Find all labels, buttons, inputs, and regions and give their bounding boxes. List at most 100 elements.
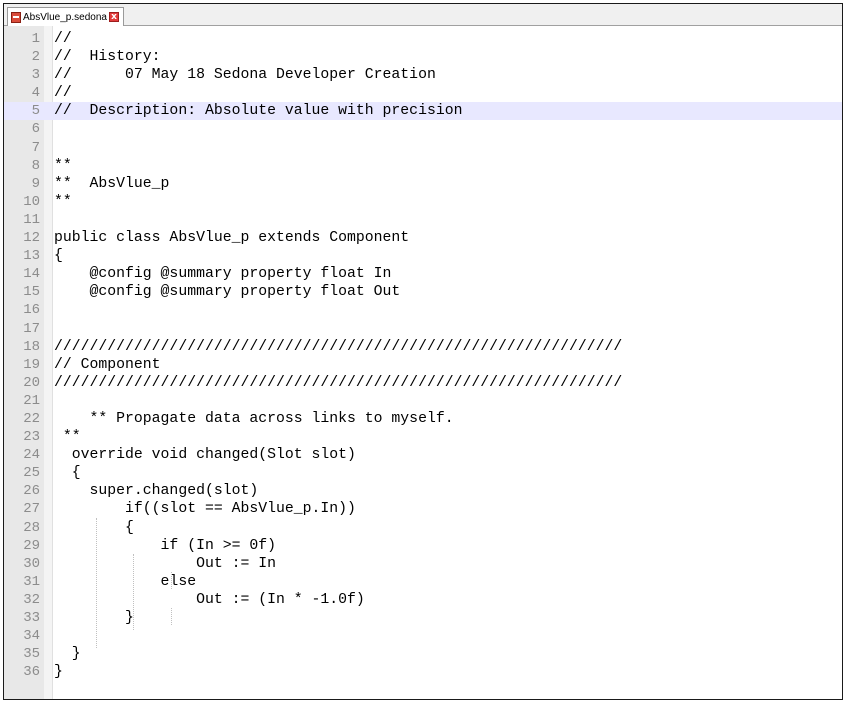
code-line[interactable]: 23 ** bbox=[4, 428, 842, 446]
code-line[interactable]: 15 @config @summary property float Out bbox=[4, 283, 842, 301]
code-line[interactable]: 16 bbox=[4, 301, 842, 319]
code-text[interactable]: // History: bbox=[54, 48, 161, 66]
code-editor[interactable]: 1 // 2 // History: 3 // 07 May 18 Sedona Deve… bbox=[4, 26, 842, 699]
code-line[interactable]: 12 public class AbsVlue_p extends Compone… bbox=[4, 229, 842, 247]
code-text[interactable]: public class AbsVlue_p extends Component bbox=[54, 229, 409, 247]
code-line[interactable]: 36} bbox=[4, 663, 842, 681]
file-tab[interactable]: AbsVlue_p.sedona x bbox=[7, 7, 124, 26]
code-line[interactable]: 11 bbox=[4, 211, 842, 229]
code-text[interactable]: if (In >= 0f) bbox=[54, 537, 276, 555]
line-number: 25 bbox=[23, 465, 40, 482]
code-text[interactable]: { bbox=[54, 464, 81, 482]
line-number: 33 bbox=[23, 610, 40, 626]
code-line[interactable]: 24 override void changed(Slot slot) bbox=[4, 446, 842, 464]
line-number: 23 bbox=[23, 429, 40, 446]
code-line[interactable]: 7 bbox=[4, 139, 842, 157]
code-line[interactable]: 3 // 07 May 18 Sedona Developer Creation bbox=[4, 66, 842, 84]
line-number: 5 bbox=[31, 103, 40, 120]
code-line[interactable]: 29 if (In >= 0f) bbox=[4, 537, 842, 555]
code-line[interactable]: 17 bbox=[4, 320, 842, 338]
code-line[interactable]: 8 ** bbox=[4, 157, 842, 175]
line-number: 8 bbox=[31, 157, 40, 174]
code-text[interactable]: } bbox=[54, 663, 63, 681]
code-text[interactable]: @config @summary property float Out bbox=[54, 283, 401, 301]
code-text[interactable]: ** bbox=[54, 157, 72, 175]
line-number: 18 bbox=[23, 338, 40, 355]
code-text[interactable]: ** bbox=[54, 193, 72, 211]
code-text[interactable]: Out := In bbox=[54, 555, 276, 573]
code-text[interactable]: if((slot == AbsVlue_p.In)) bbox=[54, 500, 356, 518]
line-number: 11 bbox=[23, 211, 40, 228]
code-text[interactable]: ////////////////////////////////////////… bbox=[54, 338, 622, 356]
code-line[interactable]: 22 ** Propagate data across links to mys… bbox=[4, 410, 842, 428]
code-line[interactable]: 32 Out := (In * -1.0f) bbox=[4, 591, 842, 609]
line-number: 26 bbox=[23, 483, 40, 500]
code-line[interactable]: 2 // History: bbox=[4, 48, 842, 66]
code-text[interactable]: { bbox=[54, 519, 134, 537]
code-line[interactable]: 21 bbox=[4, 392, 842, 410]
code-line[interactable]: 14 @config @summary property float In bbox=[4, 265, 842, 283]
line-number: 28 bbox=[23, 519, 40, 536]
code-line[interactable]: 13 { bbox=[4, 247, 842, 265]
code-line[interactable]: 5 // Description: Absolute value with pre… bbox=[4, 102, 842, 121]
code-text[interactable]: // Component bbox=[54, 356, 161, 374]
line-number: 30 bbox=[23, 555, 40, 572]
line-number: 4 bbox=[31, 85, 40, 102]
code-line[interactable]: 26 super.changed(slot) bbox=[4, 482, 842, 500]
indent-guide bbox=[171, 608, 172, 625]
code-text[interactable]: } bbox=[54, 645, 81, 663]
line-number: 12 bbox=[23, 230, 40, 247]
code-text[interactable]: else bbox=[54, 573, 197, 591]
code-line[interactable]: 19 // Component bbox=[4, 356, 842, 374]
code-text[interactable]: // Description: Absolute value with prec… bbox=[54, 102, 462, 120]
line-number: 36 bbox=[23, 664, 40, 681]
code-text[interactable]: // bbox=[54, 84, 72, 102]
line-number: 17 bbox=[23, 320, 40, 337]
line-number: 10 bbox=[23, 193, 40, 210]
code-text[interactable]: @config @summary property float In bbox=[54, 265, 392, 283]
code-text[interactable]: ** Propagate data across links to myself… bbox=[54, 410, 454, 428]
code-lines: 1 // 2 // History: 3 // 07 May 18 Sedona Deve… bbox=[4, 30, 842, 681]
code-line[interactable]: 34 bbox=[4, 627, 842, 645]
code-line[interactable]: 28 { bbox=[4, 519, 842, 537]
code-text[interactable]: { bbox=[54, 247, 63, 265]
indent-guide bbox=[96, 518, 97, 648]
code-line[interactable]: 33 } bbox=[4, 609, 842, 627]
line-number: 34 bbox=[23, 628, 40, 645]
code-text[interactable]: override void changed(Slot slot) bbox=[54, 446, 356, 464]
code-line[interactable]: 6 bbox=[4, 120, 842, 138]
code-text[interactable]: // bbox=[54, 30, 72, 48]
code-text[interactable]: ** bbox=[54, 428, 81, 446]
tab-filename: AbsVlue_p.sedona bbox=[23, 11, 107, 23]
code-text[interactable]: ////////////////////////////////////////… bbox=[54, 374, 622, 392]
close-icon[interactable]: x bbox=[108, 12, 119, 22]
code-line[interactable]: 10 ** bbox=[4, 193, 842, 211]
code-line[interactable]: 30 Out := In bbox=[4, 555, 842, 573]
code-line[interactable]: 18 //////////////////////////////////////… bbox=[4, 338, 842, 356]
line-number: 20 bbox=[23, 374, 40, 391]
code-line[interactable]: 25 { bbox=[4, 464, 842, 482]
code-line[interactable]: 20 //////////////////////////////////////… bbox=[4, 374, 842, 392]
line-number: 29 bbox=[23, 537, 40, 554]
line-number: 3 bbox=[31, 67, 40, 84]
code-line[interactable]: 1 // bbox=[4, 30, 842, 48]
indent-guide bbox=[133, 554, 134, 630]
code-text[interactable]: // 07 May 18 Sedona Developer Creation bbox=[54, 66, 436, 84]
file-icon bbox=[11, 11, 21, 23]
code-line[interactable]: 35 } bbox=[4, 645, 842, 663]
code-text[interactable]: Out := (In * -1.0f) bbox=[54, 591, 365, 609]
indent-guide bbox=[171, 572, 172, 589]
code-text[interactable]: super.changed(slot) bbox=[54, 482, 259, 500]
code-line[interactable]: 4 // bbox=[4, 84, 842, 102]
line-number: 31 bbox=[23, 573, 40, 590]
code-line[interactable]: 27 if((slot == AbsVlue_p.In)) bbox=[4, 500, 842, 518]
code-line[interactable]: 9 ** AbsVlue_p bbox=[4, 175, 842, 193]
line-number: 14 bbox=[23, 266, 40, 283]
line-number: 6 bbox=[31, 121, 40, 138]
line-number: 15 bbox=[23, 284, 40, 301]
code-line[interactable]: 31 else bbox=[4, 573, 842, 591]
code-text[interactable]: ** AbsVlue_p bbox=[54, 175, 169, 193]
line-number: 24 bbox=[23, 447, 40, 464]
code-text[interactable]: } bbox=[54, 609, 134, 627]
line-number: 16 bbox=[23, 302, 40, 319]
